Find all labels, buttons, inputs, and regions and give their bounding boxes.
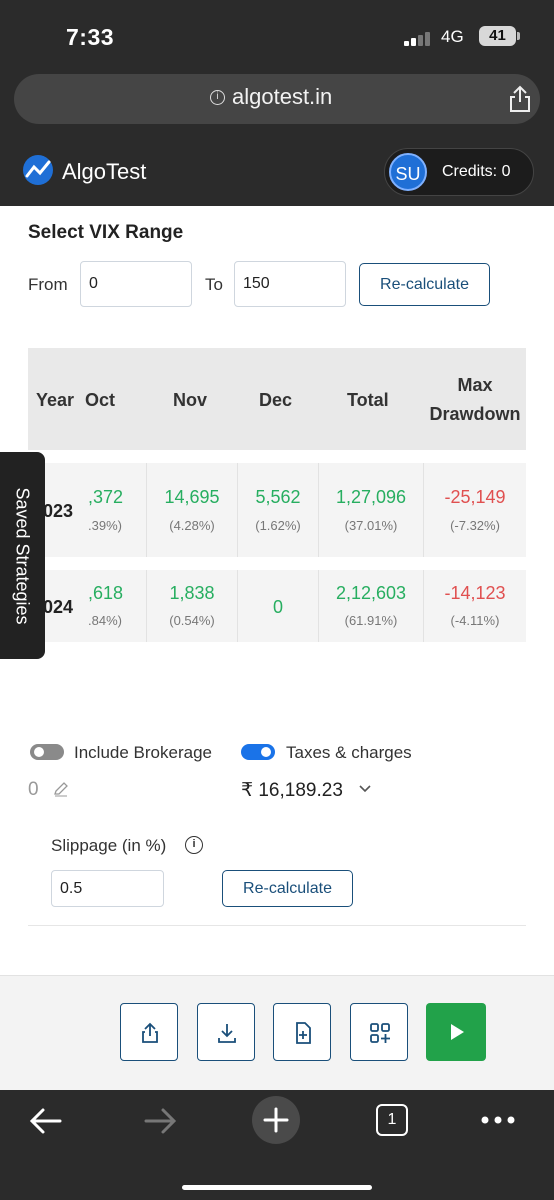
col-dec: Dec <box>259 390 293 410</box>
from-label: From <box>28 275 68 294</box>
table-row: 024 ,618 .84%) 1,838 (0.54%) 0 2,12,603 … <box>28 570 526 642</box>
app-header: AlgoTest SU Credits: 0 <box>0 138 554 206</box>
taxes-toggle[interactable] <box>241 744 275 760</box>
slippage-recalculate-button[interactable]: Re-calculate <box>222 870 353 907</box>
slippage-input[interactable] <box>51 870 164 907</box>
browser-bottom-nav: 1 <box>0 1090 554 1200</box>
cell-nov: 14,695 (4.28%) <box>164 487 220 533</box>
play-icon <box>451 1024 464 1040</box>
cell-max-drawdown: -14,123 (-4.11%) <box>444 583 506 628</box>
row-year: 023 <box>43 501 74 521</box>
saved-strategies-tab[interactable]: Saved Strategies <box>0 452 45 659</box>
slippage-label: Slippage (in %) <box>51 836 167 855</box>
credits-pill[interactable]: SU Credits: 0 <box>384 148 534 196</box>
col-year: Year <box>36 390 75 410</box>
signal-icon <box>404 30 434 46</box>
algotest-logo-icon[interactable] <box>22 154 54 186</box>
cell-dec: 5,562 (1.62%) <box>255 487 301 533</box>
download-button[interactable] <box>197 1003 255 1061</box>
col-total: Total <box>347 390 389 410</box>
taxes-value: ₹ 16,189.23 <box>241 780 343 801</box>
col-drawdown: Drawdown <box>429 404 521 424</box>
add-file-icon <box>296 1022 311 1044</box>
home-indicator <box>182 1185 372 1190</box>
add-widget-button[interactable] <box>350 1003 408 1061</box>
brokerage-label: Include Brokerage <box>74 743 212 762</box>
info-icon[interactable]: i <box>210 90 225 105</box>
new-tab-button[interactable] <box>252 1096 300 1144</box>
info-icon[interactable]: i <box>185 836 203 854</box>
cell-nov: 1,838 (0.54%) <box>169 583 215 628</box>
cell-max-drawdown: -25,149 (-7.32%) <box>444 487 506 533</box>
status-time: 7:33 <box>66 24 115 50</box>
vix-from-input[interactable] <box>80 261 192 307</box>
col-nov: Nov <box>173 390 208 410</box>
vix-recalculate-button[interactable]: Re-calculate <box>359 263 490 306</box>
brokerage-value: 0 <box>28 779 39 800</box>
divider <box>28 925 526 926</box>
action-bar <box>0 975 554 1090</box>
browser-chrome: 7:33 4G 41 i algotest.in <box>0 0 554 138</box>
tabs-button[interactable]: 1 <box>376 1104 408 1136</box>
more-options-icon[interactable] <box>481 1116 515 1124</box>
cell-oct: ,618 .84%) <box>88 583 124 628</box>
url-text[interactable]: algotest.in <box>232 84 332 110</box>
vix-to-input[interactable] <box>234 261 346 307</box>
brand-name[interactable]: AlgoTest <box>62 159 146 185</box>
network-type: 4G <box>441 27 464 46</box>
download-icon <box>218 1024 236 1043</box>
col-max: Max <box>457 375 493 395</box>
battery-icon: 41 <box>479 26 520 46</box>
row-year: 024 <box>43 597 74 617</box>
add-file-button[interactable] <box>273 1003 331 1061</box>
cell-dec: 0 <box>272 597 283 617</box>
table-row: 023 ,372 .39%) 14,695 (4.28%) 5,562 (1.6… <box>28 463 526 557</box>
table-header: Year Oct Nov Dec Total Max Drawdown <box>28 348 526 450</box>
share-button[interactable] <box>120 1003 178 1061</box>
edit-icon[interactable] <box>53 781 69 797</box>
back-arrow-icon[interactable] <box>28 1106 64 1136</box>
cell-total: 2,12,603 (61.91%) <box>335 583 407 628</box>
chevron-down-icon[interactable] <box>358 784 372 794</box>
vix-range-title: Select VIX Range <box>28 222 184 243</box>
cell-oct: ,372 .39%) <box>88 487 124 533</box>
cell-total: 1,27,096 (37.01%) <box>335 487 407 533</box>
saved-strategies-label: Saved Strategies <box>12 487 33 625</box>
run-backtest-button[interactable] <box>426 1003 486 1061</box>
url-bar[interactable]: i algotest.in <box>14 74 540 124</box>
share-icon[interactable] <box>508 85 532 113</box>
avatar[interactable]: SU <box>389 153 427 191</box>
col-oct: Oct <box>85 390 116 410</box>
brokerage-toggle[interactable] <box>30 744 64 760</box>
share-icon <box>142 1022 158 1043</box>
credits-text: Credits: 0 <box>442 163 511 180</box>
add-widget-icon <box>370 1023 390 1043</box>
to-label: To <box>205 275 223 294</box>
plus-icon <box>263 1107 289 1133</box>
taxes-label: Taxes & charges <box>286 743 412 762</box>
forward-arrow-icon[interactable] <box>142 1106 178 1136</box>
